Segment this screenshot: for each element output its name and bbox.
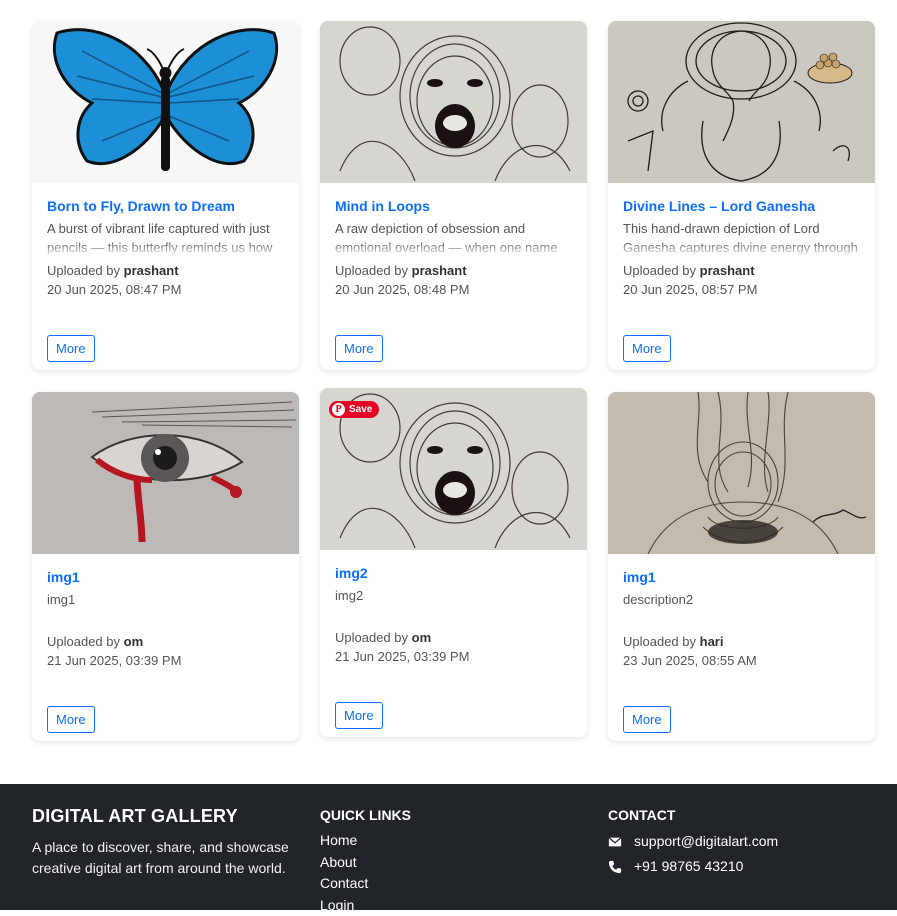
footer-brand: DIGITAL ART GALLERY (32, 806, 307, 827)
uploaded-by-label: Uploaded by (47, 263, 120, 278)
more-button[interactable]: More (47, 706, 95, 733)
card-date: 20 Jun 2025, 08:47 PM (47, 280, 284, 299)
footer-link-contact[interactable]: Contact (320, 873, 411, 895)
card-title[interactable]: img1 (47, 568, 284, 586)
pinterest-icon: P (332, 403, 345, 416)
art-card: Divine Lines – Lord Ganesha This hand-dr… (608, 21, 875, 370)
more-button[interactable]: More (47, 335, 95, 362)
card-date: 21 Jun 2025, 03:39 PM (335, 647, 572, 666)
card-description: img1 (47, 590, 284, 628)
ganesha-image (608, 21, 875, 183)
phone-icon (608, 860, 622, 874)
envelope-icon (608, 835, 622, 849)
contact-email[interactable]: support@digitalart.com (634, 833, 778, 850)
card-title[interactable]: Born to Fly, Drawn to Dream (47, 197, 284, 215)
more-button[interactable]: More (335, 702, 383, 729)
uploaded-by-label: Uploaded by (623, 634, 696, 649)
uploader-name: prashant (412, 263, 467, 278)
card-title[interactable]: Divine Lines – Lord Ganesha (623, 197, 860, 215)
art-card: img1 description2 Uploaded by hari 23 Ju… (608, 392, 875, 741)
footer-link-login[interactable]: Login (320, 895, 411, 916)
contact-heading: CONTACT (608, 807, 778, 823)
footer-link-home[interactable]: Home (320, 830, 411, 852)
butterfly-image (32, 21, 299, 183)
card-uploader: Uploaded by prashant (47, 261, 284, 280)
card-title[interactable]: Mind in Loops (335, 197, 572, 215)
uploaded-by-label: Uploaded by (335, 630, 408, 645)
card-date: 20 Jun 2025, 08:57 PM (623, 280, 860, 299)
card-image[interactable] (320, 21, 587, 183)
card-description: A raw depiction of obsession and emotion… (335, 219, 572, 257)
contact-phone[interactable]: +91 98765 43210 (634, 858, 743, 875)
card-title[interactable]: img1 (623, 568, 860, 586)
card-title[interactable]: img2 (335, 564, 572, 582)
site-footer: DIGITAL ART GALLERY A place to discover,… (0, 784, 897, 910)
art-card: Mind in Loops A raw depiction of obsessi… (320, 21, 587, 370)
footer-tagline: A place to discover, share, and showcase… (32, 837, 307, 879)
card-uploader: Uploaded by prashant (335, 261, 572, 280)
crying-eye-image (32, 392, 299, 554)
card-image[interactable] (608, 392, 875, 554)
contact-email-row: support@digitalart.com (608, 833, 778, 850)
card-date: 23 Jun 2025, 08:55 AM (623, 651, 860, 670)
uploaded-by-label: Uploaded by (335, 263, 408, 278)
contact-phone-row: +91 98765 43210 (608, 858, 778, 875)
scribble-portrait-image (608, 392, 875, 554)
uploader-name: om (412, 630, 432, 645)
card-image[interactable] (608, 21, 875, 183)
card-image[interactable]: P Save (320, 388, 587, 550)
gallery-grid: Born to Fly, Drawn to Dream A burst of v… (0, 0, 897, 784)
card-description: A burst of vibrant life captured with ju… (47, 219, 284, 257)
more-button[interactable]: More (623, 706, 671, 733)
footer-link-about[interactable]: About (320, 852, 411, 874)
card-description: This hand-drawn depiction of Lord Ganesh… (623, 219, 860, 257)
card-uploader: Uploaded by prashant (623, 261, 860, 280)
art-card: P Save img2 img2 Uploaded by om 21 Jun 2… (320, 388, 587, 737)
uploaded-by-label: Uploaded by (47, 634, 120, 649)
footer-quick-links: QUICK LINKS Home About Contact Login (320, 807, 411, 916)
save-label: Save (349, 404, 372, 415)
card-description: description2 (623, 590, 860, 628)
uploaded-by-label: Uploaded by (623, 263, 696, 278)
uploader-name: hari (700, 634, 724, 649)
card-date: 20 Jun 2025, 08:48 PM (335, 280, 572, 299)
footer-brand-column: DIGITAL ART GALLERY A place to discover,… (32, 806, 307, 879)
card-uploader: Uploaded by om (47, 632, 284, 651)
card-uploader: Uploaded by om (335, 628, 572, 647)
quick-links-heading: QUICK LINKS (320, 807, 411, 823)
more-button[interactable]: More (623, 335, 671, 362)
art-card: Born to Fly, Drawn to Dream A burst of v… (32, 21, 299, 370)
card-image[interactable] (32, 21, 299, 183)
card-uploader: Uploaded by hari (623, 632, 860, 651)
scribble-face-image (320, 21, 587, 183)
pinterest-save-button[interactable]: P Save (329, 401, 379, 418)
uploader-name: prashant (124, 263, 179, 278)
footer-contact: CONTACT support@digitalart.com +91 98765… (608, 807, 778, 883)
card-date: 21 Jun 2025, 03:39 PM (47, 651, 284, 670)
card-image[interactable] (32, 392, 299, 554)
more-button[interactable]: More (335, 335, 383, 362)
uploader-name: prashant (700, 263, 755, 278)
card-description: img2 (335, 586, 572, 624)
uploader-name: om (124, 634, 144, 649)
art-card: img1 img1 Uploaded by om 21 Jun 2025, 03… (32, 392, 299, 741)
